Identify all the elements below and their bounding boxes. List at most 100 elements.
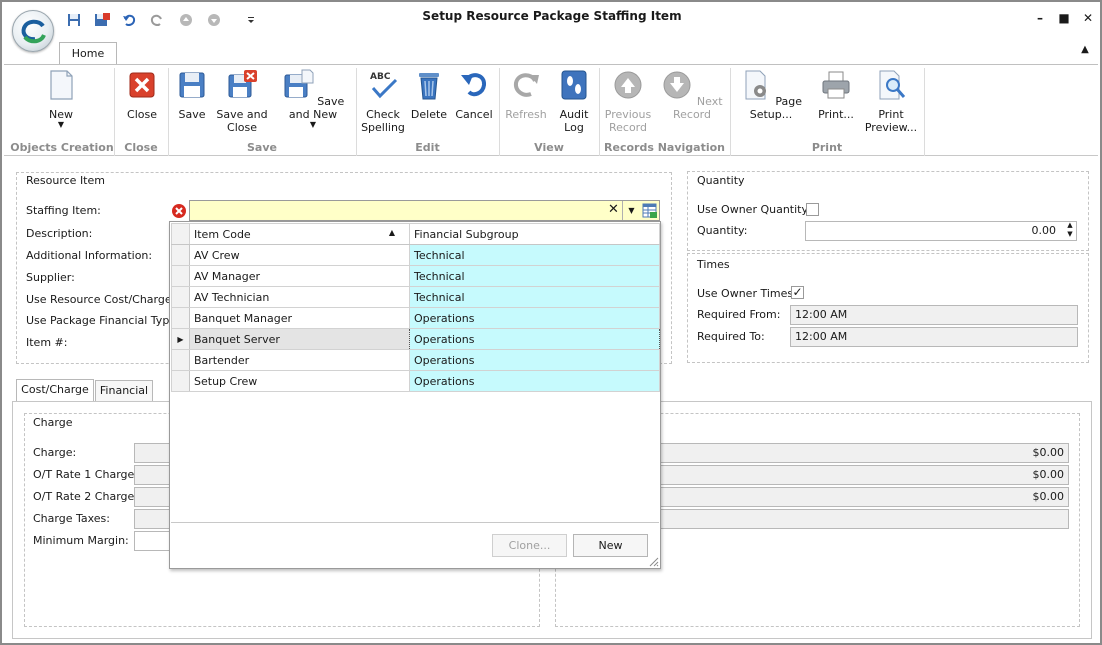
print-button[interactable]: Print... [814,69,858,121]
table-row[interactable]: AV Crew Technical [171,244,660,266]
use-owner-quantity-label: Use Owner Quantity: [697,203,811,216]
additional-information-label: Additional Information: [26,249,153,262]
clear-icon[interactable]: ✕ [608,202,619,217]
grid-corner [171,223,190,245]
current-row-indicator-icon: ▶ [171,328,190,350]
page-setup-icon [745,70,766,100]
minimum-margin-input[interactable] [134,531,174,551]
save-button[interactable]: Save [173,69,211,121]
charge-legend: Charge [33,416,73,429]
qat-next-button[interactable] [205,10,223,30]
table-row-selected[interactable]: ▶ Banquet Server Operations [171,328,660,350]
supplier-label: Supplier: [26,271,75,284]
page-setup-button[interactable]: Page Setup... [735,69,807,121]
next-record-button[interactable]: Next Record [658,69,726,121]
maximize-button[interactable]: ■ [1056,10,1072,26]
minimize-button[interactable]: – [1032,10,1048,26]
required-to-input[interactable]: 12:00 AM [790,327,1078,347]
footprints-icon [561,70,587,100]
close-button[interactable]: Close [122,69,162,121]
new-button[interactable]: New ▼ [38,69,84,129]
print-preview-button[interactable]: Print Preview... [863,69,919,134]
row-indicator [171,286,190,308]
description-label: Description: [26,227,93,240]
refresh-button[interactable]: Refresh [504,69,548,121]
window-title: Setup Resource Package Staffing Item [422,9,682,23]
previous-record-button[interactable]: Previous Record [603,69,653,134]
audit-log-button[interactable]: Audit Log [554,69,594,134]
row-indicator [171,307,190,329]
ot-rate-2-charge-label: O/T Rate 2 Charge: [33,490,138,503]
clone-button[interactable]: Clone... [492,534,567,557]
floppy-icon [179,72,205,98]
staffing-item-combo[interactable] [189,200,660,221]
check-spelling-button[interactable]: ABC Check Spelling [360,69,406,134]
close-window-button[interactable]: ✕ [1080,10,1096,26]
group-label-view: View [534,141,564,154]
app-logo[interactable] [12,10,54,52]
charge-taxes-input-left[interactable] [134,509,174,529]
table-row[interactable]: AV Manager Technical [171,265,660,287]
qat-save-close-button[interactable] [93,10,111,30]
new-item-button[interactable]: New [573,534,648,557]
minimum-margin-label: Minimum Margin: [33,534,129,547]
item-code-cell: AV Technician [189,286,410,308]
required-from-input[interactable]: 12:00 AM [790,305,1078,325]
save-and-new-button[interactable]: Save and New ▼ [276,69,350,129]
use-owner-quantity-checkbox[interactable] [806,203,819,216]
required-from-label: Required From: [697,308,781,321]
ot-rate-2-input-left[interactable] [134,487,174,507]
tab-home[interactable]: Home [59,42,117,65]
column-header-item-code[interactable]: Item Code ▲ [189,223,410,245]
qat-redo-button[interactable] [148,10,166,30]
resize-grip-icon[interactable] [647,555,659,567]
ot-rate-2-value[interactable]: $0.00 [660,487,1069,507]
row-indicator [171,370,190,392]
lookup-table-icon[interactable] [642,203,657,218]
qat-undo-button[interactable] [120,10,138,30]
tab-cost-charge[interactable]: Cost/Charge [16,379,94,402]
collapse-ribbon-icon[interactable]: ▲ [1077,42,1093,58]
financial-subgroup-cell: Operations [409,370,660,392]
customize-dropdown-icon [248,17,254,23]
floppy-new-icon [284,69,314,98]
arrow-up-circle-icon [180,14,192,26]
ot-rate-1-input-left[interactable] [134,465,174,485]
charge-input-left[interactable] [134,443,174,463]
tab-financial[interactable]: Financial [95,380,153,402]
cancel-button[interactable]: Cancel [454,69,494,121]
save-and-close-button[interactable]: Save and Close [215,69,269,134]
staffing-item-label: Staffing Item: [26,204,101,217]
quantity-input[interactable]: 0.00 [805,221,1077,241]
item-number-label: Item #: [26,336,68,349]
qat-save-button[interactable] [65,10,83,30]
use-owner-times-checkbox[interactable]: ✓ [791,286,804,299]
charge-value[interactable]: $0.00 [660,443,1069,463]
delete-button[interactable]: Delete [410,69,448,121]
financial-subgroup-cell: Technical [409,265,660,287]
item-code-cell: Banquet Server [189,328,410,350]
quantity-spinner-icon[interactable]: ▲ ▼ [1064,221,1076,241]
financial-subgroup-cell: Operations [409,307,660,329]
dropdown-arrow-icon[interactable]: ▼ [622,201,640,220]
sort-ascending-icon: ▲ [388,227,395,237]
item-code-cell: Bartender [189,349,410,371]
financial-subgroup-cell: Technical [409,286,660,308]
table-row[interactable]: Banquet Manager Operations [171,307,660,329]
table-row[interactable]: AV Technician Technical [171,286,660,308]
table-row[interactable]: Setup Crew Operations [171,370,660,392]
trash-icon [419,73,439,100]
table-row[interactable]: Bartender Operations [171,349,660,371]
qat-customize-button[interactable] [242,10,260,30]
new-document-icon [50,70,73,100]
qat-previous-button[interactable] [177,10,195,30]
times-legend: Times [697,258,730,271]
charge-taxes-value[interactable] [660,509,1069,529]
ot-rate-1-value[interactable]: $0.00 [660,465,1069,485]
arrow-down-circle-icon [208,14,220,26]
chevron-down-icon: ▼ [309,120,317,129]
column-header-financial-subgroup[interactable]: Financial Subgroup [409,223,660,245]
charge-label: Charge: [33,446,77,459]
use-package-financial-label: Use Package Financial Type: [26,314,180,327]
print-preview-icon [879,70,906,100]
